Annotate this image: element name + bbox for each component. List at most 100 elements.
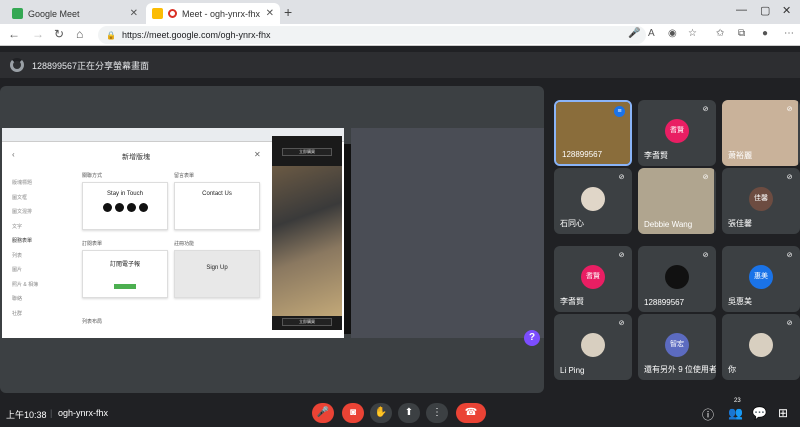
maximize-icon[interactable]: ▢ (760, 4, 770, 17)
participant-avatar (749, 333, 773, 357)
card-label: 列表布局 (82, 319, 103, 325)
participant-name: 128899567 (644, 298, 685, 307)
participant-tile[interactable]: 耆賢 ⊘ 李耆賢 (638, 100, 716, 166)
home-icon[interactable]: ⌂ (76, 27, 83, 41)
address-bar[interactable]: 🔒 https://meet.google.com/ogh-ynrx-fhx (98, 26, 646, 44)
participant-avatar: 惠美 (749, 265, 773, 289)
more-icon[interactable]: ⋯ (784, 28, 794, 39)
speaking-indicator-icon: ≡ (614, 106, 625, 117)
side-nav-item: 列表 (12, 252, 23, 259)
tab-title: Google Meet (28, 8, 80, 19)
favorite-icon[interactable]: ☆ (688, 28, 697, 39)
participant-tile[interactable]: 惠美 ⊘ 吳惠美 (722, 246, 800, 312)
activities-icon[interactable]: ⊞ (778, 406, 788, 420)
mic-muted-icon: ⊘ (786, 252, 793, 259)
participant-tile[interactable]: ⊘ 你 (722, 314, 800, 380)
meeting-info-icon[interactable]: ⓘ (702, 406, 714, 423)
clock-time: 上午10:38 (6, 410, 47, 420)
chat-icon[interactable]: 💬 (752, 406, 767, 420)
side-nav-item: 圖片 (12, 267, 23, 273)
side-nav-item: 聯絡 (12, 296, 23, 302)
subscribe-card: 訂閱電子報 (82, 250, 168, 298)
close-tab-icon[interactable]: ✕ (266, 8, 274, 19)
card-title: Sign Up (206, 265, 228, 271)
participant-tile[interactable]: ⊘ 萧裕麗 (722, 100, 800, 166)
card-title: 訂閱電子報 (109, 262, 140, 268)
lock-icon: 🔒 (106, 30, 116, 40)
mic-off-button[interactable]: 🎤 (312, 403, 334, 423)
people-icon[interactable]: 👥 (728, 406, 743, 420)
participant-avatar (581, 187, 605, 211)
back-icon[interactable]: ← (8, 27, 20, 41)
tab-google-meet[interactable]: Google Meet ✕ (6, 3, 144, 24)
url-text: https://meet.google.com/ogh-ynrx-fhx (121, 30, 271, 40)
collections-icon[interactable]: ⧉ (738, 28, 745, 39)
participant-tile[interactable]: ⊘ Debbie Wang (638, 168, 716, 234)
close-window-icon[interactable]: ✕ (782, 4, 791, 17)
shared-scrollbar (344, 144, 351, 334)
side-nav-item: 照片 & 相簿 (12, 281, 39, 288)
camera-off-button[interactable]: ◙ (342, 403, 364, 423)
phone-preview: 立即購買 立即購買 (272, 136, 342, 330)
present-button[interactable]: ⬆ (398, 403, 420, 423)
participant-tile[interactable]: 智宏 還有另外 9 位使用者 (638, 314, 716, 380)
shared-screen: ‹ 新增版塊 ✕ 版塊標題 圖文框 圖文混排 文字 服務表單 列表 圖片 照片 … (2, 128, 344, 338)
favorites-bar-icon[interactable]: ✩ (716, 28, 724, 39)
side-nav-item: 文字 (12, 223, 23, 230)
modal-close-icon: ✕ (254, 150, 261, 159)
meet-favicon-icon (12, 8, 23, 19)
card-label: 關聯方式 (82, 173, 103, 179)
contact-us-card: Contact Us (174, 182, 260, 230)
tab-title: Meet - ogh-ynrx-fhx (182, 8, 261, 19)
camera-permission-icon[interactable]: ◉ (668, 28, 677, 39)
more-options-button[interactable]: ⋮ (426, 403, 448, 423)
signup-card: Sign Up (174, 250, 260, 298)
browser-tab-bar: Google Meet ✕ Meet - ogh-ynrx-fhx ✕ + — … (0, 0, 800, 24)
profile-avatar-icon[interactable]: ● (762, 28, 768, 39)
side-nav-item: 版塊標題 (12, 180, 33, 186)
presenting-banner: 128899567正在分享螢幕畫面 (0, 52, 800, 78)
buy-button: 立即購買 (282, 318, 332, 326)
tab-meet-call[interactable]: Meet - ogh-ynrx-fhx ✕ (146, 3, 280, 24)
new-tab-button[interactable]: + (284, 4, 292, 20)
participant-avatar: 耆賢 (665, 119, 689, 143)
participant-name: Debbie Wang (644, 220, 693, 229)
participant-name: 萧裕麗 (728, 151, 752, 160)
leave-call-button[interactable]: ☎ (456, 403, 486, 423)
reload-icon[interactable]: ↻ (54, 27, 64, 41)
mic-permission-icon[interactable]: 🎤 (628, 28, 640, 39)
participant-name: 李耆賢 (644, 151, 668, 160)
mic-muted-icon: ⊘ (786, 106, 793, 113)
close-tab-icon[interactable]: ✕ (130, 8, 138, 19)
participant-name: Li Ping (560, 366, 585, 375)
participant-tile[interactable]: ⊘ 石同心 (554, 168, 632, 234)
card-label: 留言表單 (174, 173, 195, 179)
presentation-area: ‹ 新增版塊 ✕ 版塊標題 圖文框 圖文混排 文字 服務表單 列表 圖片 照片 … (0, 86, 544, 393)
participant-tile[interactable]: ≡ 128899567 (554, 100, 632, 166)
recording-icon (168, 9, 177, 18)
participant-avatar (581, 333, 605, 357)
side-nav-item: 圖文框 (12, 194, 28, 201)
forward-icon[interactable]: → (32, 27, 44, 41)
raise-hand-button[interactable]: ✋ (370, 403, 392, 423)
chick-photo (272, 166, 342, 316)
participant-name: 還有另外 9 位使用者 (644, 365, 716, 374)
read-aloud-icon[interactable]: A (648, 28, 655, 39)
participant-tile[interactable]: ⊘ Li Ping (554, 314, 632, 380)
side-nav-item: 社群 (12, 310, 23, 317)
participant-tile[interactable]: ⊘ 128899567 (638, 246, 716, 312)
minimize-icon[interactable]: — (736, 4, 747, 16)
participant-name: 128899567 (562, 150, 603, 159)
participant-tile[interactable]: 佳馨 ⊘ 張佳馨 (722, 168, 800, 234)
modal-title: 新增版塊 (122, 154, 150, 161)
mic-muted-icon: ⊘ (618, 252, 625, 259)
side-nav-item: 圖文混排 (12, 209, 33, 215)
participant-tile[interactable]: 耆賢 ⊘ 李耆賢 (554, 246, 632, 312)
participant-name: 李耆賢 (560, 297, 584, 306)
address-toolbar: ← → ↻ ⌂ 🔒 https://meet.google.com/ogh-yn… (0, 24, 800, 46)
social-icons (83, 203, 167, 212)
participant-count-badge: 23 (734, 398, 741, 404)
buy-button: 立即購買 (282, 148, 332, 156)
mic-muted-icon: ⊘ (786, 320, 793, 327)
help-icon[interactable]: ? (524, 330, 540, 346)
